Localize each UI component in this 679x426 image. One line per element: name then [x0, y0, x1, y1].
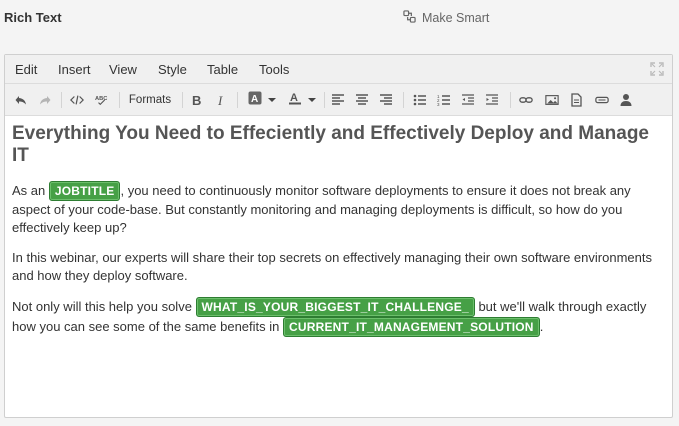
menu-insert[interactable]: Insert [58, 62, 91, 77]
make-smart-button[interactable]: Make Smart [403, 10, 489, 26]
user-icon[interactable] [618, 90, 634, 110]
toolbar-separator [510, 92, 511, 108]
smart-icon [403, 10, 416, 26]
outdent-icon[interactable] [460, 90, 476, 110]
svg-text:A: A [290, 92, 298, 104]
chevron-down-icon [308, 98, 316, 102]
svg-text:A: A [251, 94, 258, 105]
merge-tag-current-it-management-solution[interactable]: CURRENT_IT_MANAGEMENT_SOLUTION [283, 317, 540, 337]
bullet-list-icon[interactable] [412, 90, 428, 110]
menu-tools[interactable]: Tools [259, 62, 289, 77]
undo-icon[interactable] [13, 90, 29, 110]
fullscreen-icon[interactable] [650, 62, 664, 76]
editor-content[interactable]: Everything You Need to Effeciently and E… [12, 119, 668, 337]
toolbar-separator [182, 92, 183, 108]
redo-icon[interactable] [37, 90, 53, 110]
toolbar-separator [237, 92, 238, 108]
menu-style[interactable]: Style [158, 62, 187, 77]
indent-icon[interactable] [484, 90, 500, 110]
text-color-button[interactable]: A [285, 90, 319, 110]
paragraph-2: In this webinar, our experts will share … [12, 250, 652, 283]
align-center-icon[interactable] [354, 90, 370, 110]
content-heading: Everything You Need to Effeciently and E… [12, 123, 650, 166]
menu-edit[interactable]: Edit [15, 62, 37, 77]
align-left-icon[interactable] [330, 90, 346, 110]
menu-table[interactable]: Table [207, 62, 238, 77]
merge-tag-biggest-it-challenge[interactable]: WHAT_IS_YOUR_BIGGEST_IT_CHALLENGE_ [195, 297, 475, 317]
numbered-list-icon[interactable]: 123 [436, 90, 452, 110]
text-color-icon: A [288, 91, 302, 110]
spellcheck-icon[interactable]: ABC [93, 90, 111, 110]
svg-text:B: B [192, 93, 201, 107]
paragraph-3: Not only will this help you solve WHAT_I… [12, 297, 668, 337]
svg-text:I: I [217, 93, 223, 107]
menu-view[interactable]: View [109, 62, 137, 77]
make-smart-label: Make Smart [422, 11, 490, 25]
formats-dropdown[interactable]: Formats [124, 90, 176, 110]
image-icon[interactable] [543, 90, 561, 110]
form-field-icon[interactable] [593, 90, 611, 110]
paragraph-1: As an JOBTITLE, you need to continuously… [12, 181, 668, 237]
italic-icon[interactable]: I [213, 90, 229, 110]
bold-icon[interactable]: B [189, 90, 205, 110]
source-code-icon[interactable] [68, 90, 86, 110]
svg-text:3: 3 [437, 102, 440, 107]
rich-text-editor: Edit Insert View Style Table Tools ABC F… [4, 54, 673, 418]
toolbar-separator [403, 92, 404, 108]
toolbar-separator [61, 92, 62, 108]
link-icon[interactable] [517, 90, 535, 110]
toolbar: ABC Formats B I A A 1 2 3 [5, 84, 672, 116]
menu-bar: Edit Insert View Style Table Tools [5, 55, 672, 84]
paragraph-text: . [539, 319, 544, 334]
document-icon[interactable] [568, 90, 584, 110]
merge-tag-jobtitle[interactable]: JOBTITLE [48, 181, 121, 201]
chevron-down-icon [268, 98, 276, 102]
page-title: Rich Text [4, 10, 62, 25]
paragraph-text: Not only will this help you solve [12, 299, 196, 314]
align-right-icon[interactable] [378, 90, 394, 110]
background-color-icon: A [248, 91, 262, 110]
toolbar-separator [324, 92, 325, 108]
background-color-button[interactable]: A [245, 90, 279, 110]
toolbar-separator [119, 92, 120, 108]
svg-text:ABC: ABC [95, 96, 107, 102]
paragraph-text: As an [12, 183, 49, 198]
top-bar: Rich Text Make Smart [0, 0, 679, 36]
